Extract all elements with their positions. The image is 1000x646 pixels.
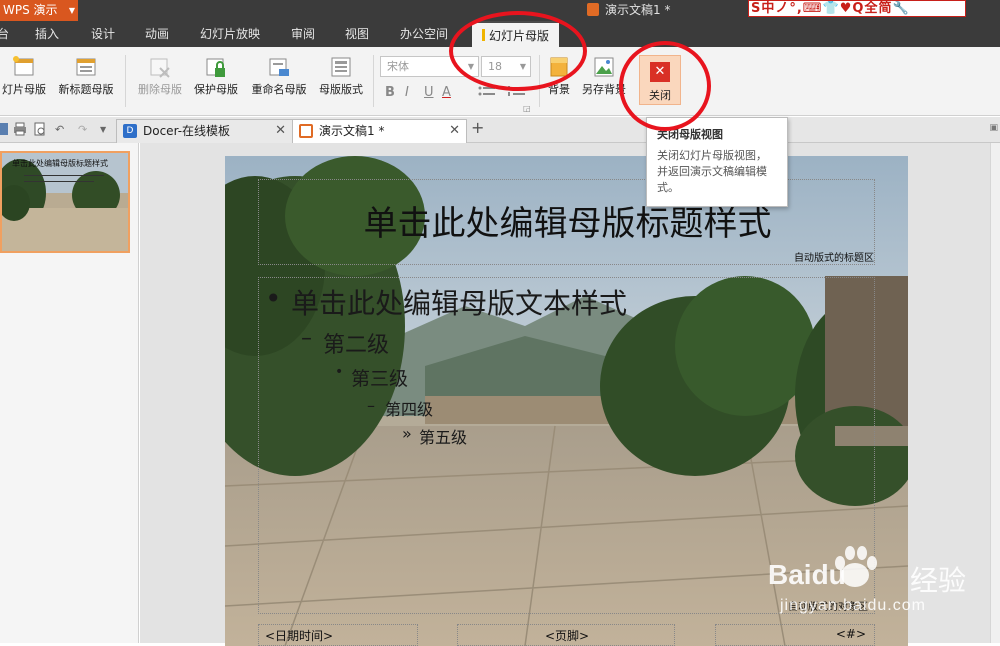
app-name: WPS 演示	[3, 3, 58, 17]
italic-button[interactable]: I	[405, 85, 409, 100]
tab-home[interactable]: 台	[0, 21, 9, 47]
baidu-watermark: Baidu 经验 jingyan.baidu.com	[760, 545, 990, 625]
delete-master-button[interactable]: 删除母版	[134, 55, 186, 107]
tab-docer-label: Docer-在线模板	[143, 124, 231, 138]
print-preview-icon[interactable]	[34, 122, 46, 136]
master-layout-label: 母版版式	[319, 83, 363, 96]
thumbnail-text-line	[24, 175, 104, 176]
slide-number-text: <#>	[835, 627, 866, 641]
watermark-url: jingyan.baidu.com	[780, 597, 926, 614]
close-tab-icon[interactable]: ✕	[449, 120, 460, 142]
save-icon[interactable]	[0, 122, 8, 136]
save-background-icon	[594, 57, 614, 77]
watermark-brand-cn: 经验	[910, 564, 967, 597]
level-3-text: 第三级	[351, 368, 409, 390]
slide-master-label: 灯片母版	[2, 83, 46, 96]
tab-animation[interactable]: 动画	[145, 21, 169, 47]
slide-thumbnail-panel: 单击此处编辑母版标题样式	[0, 143, 139, 643]
watermark-brand: Baidu	[768, 559, 846, 590]
annotation-circle-close	[619, 41, 711, 131]
thumbnail-text-line	[24, 181, 94, 182]
master-layout-icon	[331, 57, 351, 77]
ime-toolbar[interactable]: S中ノ°,⌨👕♥Q全简🔧	[748, 0, 966, 17]
ribbon-divider	[125, 55, 126, 107]
date-text: <日期时间>	[265, 629, 334, 643]
presentation-file-icon	[587, 3, 599, 16]
level-2-text: 第二级	[323, 333, 390, 358]
vertical-scrollbar[interactable]	[990, 143, 1000, 643]
add-tab-button[interactable]: +	[471, 118, 484, 137]
customize-toolbar-icon[interactable]: ▼	[100, 125, 106, 134]
ribbon-divider	[373, 55, 374, 107]
level-4-bullet: –	[367, 396, 375, 415]
thumbnail-title: 单击此处编辑母版标题样式	[12, 159, 108, 168]
window-title: 演示文稿1 *	[587, 0, 670, 21]
level-4-text: 第四级	[385, 400, 434, 419]
new-title-master-icon	[76, 58, 96, 76]
print-icon[interactable]	[13, 122, 27, 136]
level-1-bullet: •	[265, 282, 282, 315]
rename-master-button[interactable]: 重命名母版	[247, 55, 311, 107]
new-title-master-button[interactable]: 新标题母版	[55, 55, 117, 107]
title-area-label: 自动版式的标题区	[794, 253, 874, 264]
close-tab-icon[interactable]: ✕	[275, 120, 286, 142]
annotation-circle-tab	[449, 11, 587, 91]
slide-master-button[interactable]: 灯片母版	[0, 55, 48, 107]
level-3-bullet: •	[335, 364, 344, 380]
tooltip-description: 关闭幻灯片母版视图，并返回演示文稿编辑模式。	[657, 149, 767, 194]
tab-docer-templates[interactable]: D Docer-在线模板 ✕	[116, 119, 293, 143]
tab-presentation-label: 演示文稿1 *	[319, 124, 385, 138]
slide-thumbnail[interactable]: 单击此处编辑母版标题样式	[0, 151, 130, 253]
underline-button[interactable]: U	[424, 85, 434, 100]
level-1-text: 单击此处编辑母版文本样式	[291, 287, 628, 320]
tab-view[interactable]: 视图	[345, 21, 369, 47]
presentation-file-icon	[299, 124, 313, 138]
tab-review[interactable]: 审阅	[291, 21, 315, 47]
tab-options-icon[interactable]: ▣	[989, 123, 998, 133]
tab-slideshow[interactable]: 幻灯片放映	[200, 21, 260, 47]
level-5-text: 第五级	[419, 428, 468, 447]
level-2-bullet: –	[301, 326, 312, 351]
tab-presentation[interactable]: 演示文稿1 * ✕	[292, 119, 467, 143]
document-tab-bar: ↶ ↷ ▼ D Docer-在线模板 ✕ 演示文稿1 * ✕ ▣	[0, 117, 1000, 143]
font-family-value: 宋体	[387, 60, 409, 73]
protect-master-icon	[206, 58, 225, 77]
rename-master-icon	[269, 58, 289, 76]
master-layout-button[interactable]: 母版版式	[315, 55, 367, 107]
undo-icon[interactable]: ↶	[55, 123, 64, 136]
footer-text: <页脚>	[544, 629, 590, 643]
new-title-master-label: 新标题母版	[58, 83, 114, 96]
slide-master-icon	[13, 56, 34, 76]
protect-master-button[interactable]: 保护母版	[190, 55, 242, 107]
font-color-button[interactable]: A	[442, 85, 451, 100]
protect-master-label: 保护母版	[194, 83, 238, 96]
level-5-bullet: »	[402, 424, 412, 443]
tab-design[interactable]: 设计	[91, 21, 115, 47]
delete-master-label: 删除母版	[138, 83, 182, 96]
chevron-down-icon: ▼	[68, 6, 75, 15]
tab-insert[interactable]: 插入	[35, 21, 59, 47]
rename-master-label: 重命名母版	[251, 83, 307, 96]
app-menu-button[interactable]: WPS 演示 ▼	[0, 0, 78, 21]
docer-icon: D	[123, 124, 137, 138]
delete-master-icon	[150, 58, 170, 78]
bold-button[interactable]: B	[385, 85, 395, 100]
redo-icon[interactable]: ↷	[78, 123, 87, 136]
dialog-launcher-icon[interactable]: ◲	[523, 104, 531, 113]
document-title: 演示文稿1 *	[605, 3, 671, 17]
tab-office-space[interactable]: 办公空间	[400, 21, 448, 47]
